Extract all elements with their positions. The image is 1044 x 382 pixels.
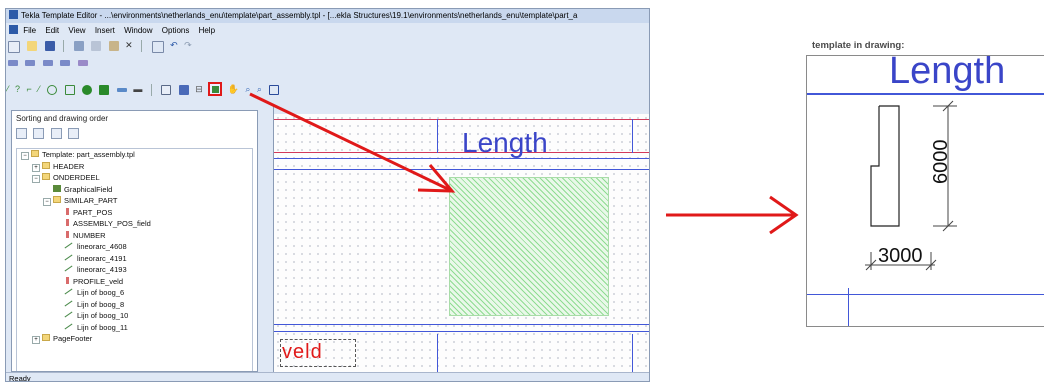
width-dimension-text: 3000 [878,245,923,267]
drawing-preview: Length 6000 3000 [806,55,1044,327]
drawing-caption: template in drawing: [812,40,905,51]
annotation-arrow-line [249,92,451,192]
height-dimension-text: 6000 [930,140,952,185]
part-outline [870,105,900,227]
assembly-sketch: 6000 3000 [865,100,957,271]
